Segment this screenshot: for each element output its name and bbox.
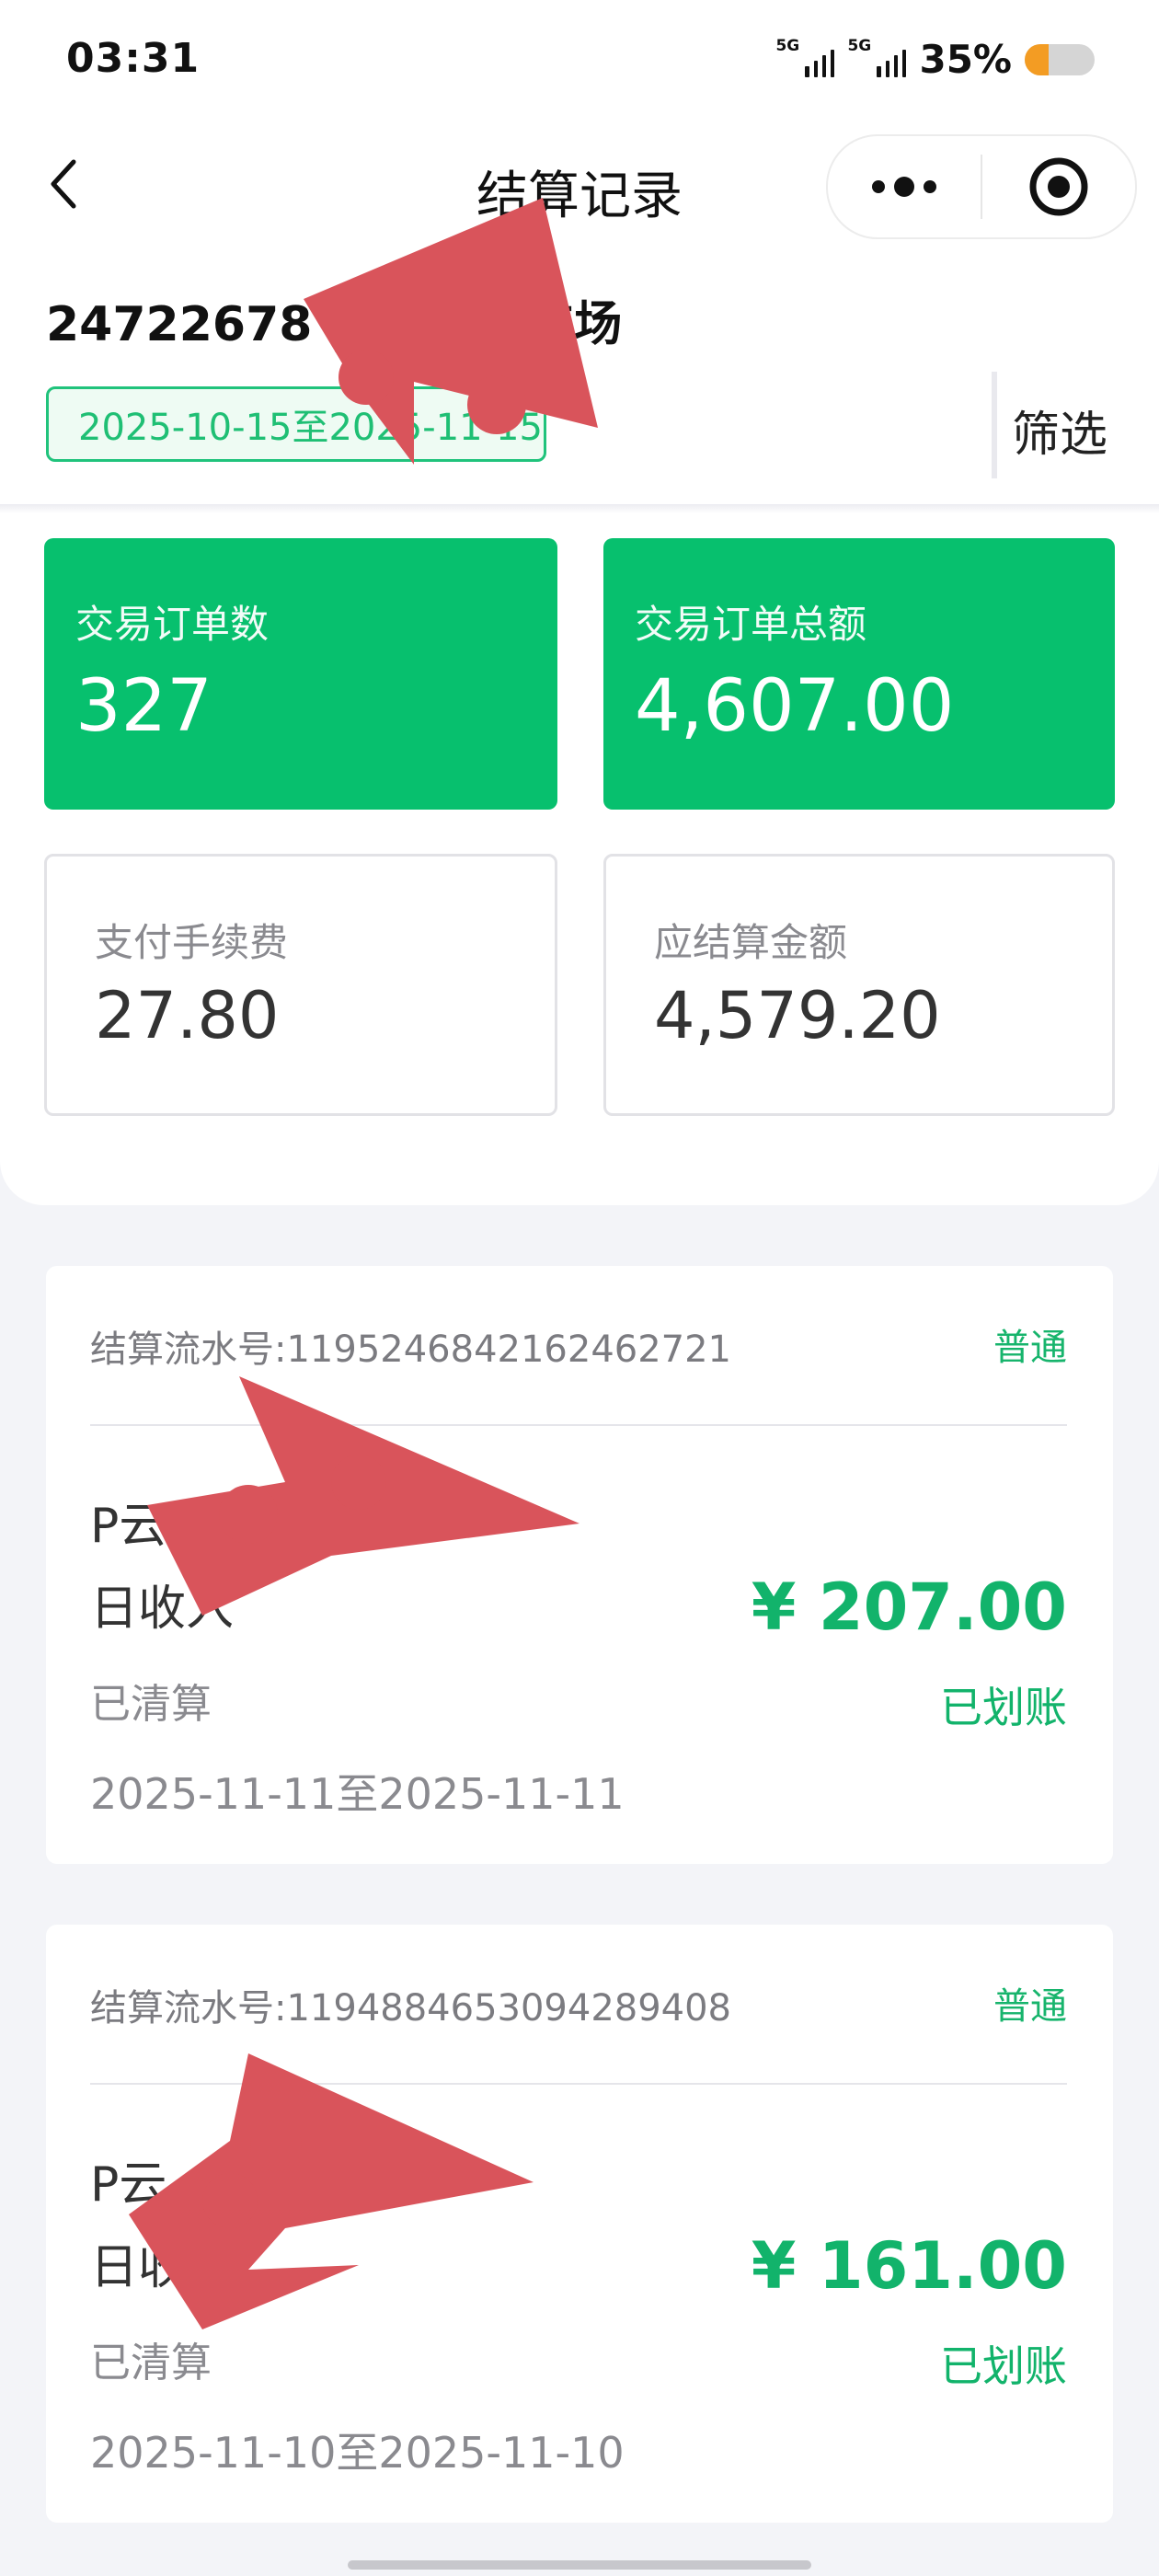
settle-amount-value: 4,579.20: [654, 978, 941, 1053]
signal-icon: 5G: [847, 37, 907, 77]
transfer-status: 已划账: [940, 1683, 1067, 1732]
settle-amount-card: 应结算金额 4,579.20: [603, 854, 1115, 1116]
signal-icon: 5G: [775, 37, 835, 77]
date-range-chip[interactable]: 2025-10-15至2025-11-15: [46, 386, 546, 462]
status-icons: 5G 5G 35%: [775, 37, 1095, 82]
settlement-amount: ¥ 161.00: [751, 2228, 1067, 2304]
network-type-label: 5G: [775, 36, 800, 55]
order-count-label: 交易订单数: [75, 602, 270, 647]
filter-divider: [992, 372, 997, 478]
filter-button[interactable]: 筛选: [1012, 396, 1107, 465]
settlement-type: 普通: [993, 1327, 1067, 1369]
network-type-label: 5G: [847, 36, 872, 55]
record-title: P云 11月11日: [90, 1499, 400, 1554]
merchant-name: 24722678 | 大厦-停车场: [46, 297, 623, 352]
record-title-line2: 日收入: [90, 2240, 235, 2295]
fee-card: 支付手续费 27.80: [44, 854, 557, 1116]
header-divider: [0, 504, 1159, 513]
fee-value: 27.80: [95, 978, 280, 1053]
serial-number: 结算流水号:1194884653094289408: [90, 1987, 732, 2030]
divider: [90, 2083, 1067, 2085]
order-total-label: 交易订单总额: [635, 602, 867, 647]
order-count-value: 327: [75, 665, 212, 748]
record-title: P云- 11月10日: [90, 2157, 417, 2213]
settlement-type: 普通: [993, 1985, 1067, 2028]
page-title: 结算记录: [476, 167, 683, 226]
record-title-line2: 日收入: [90, 1581, 235, 1637]
home-indicator: [348, 2560, 811, 2570]
order-count-card: 交易订单数 327: [44, 538, 557, 810]
settlement-period: 2025-11-11至2025-11-11: [90, 1769, 625, 1819]
more-button[interactable]: [828, 136, 981, 237]
settle-amount-label: 应结算金额: [654, 920, 848, 965]
settlement-amount: ¥ 207.00: [751, 1570, 1067, 1645]
settlement-record[interactable]: 结算流水号:1195246842162462721 普通 P云 11月11日 日…: [46, 1266, 1113, 1864]
order-total-value: 4,607.00: [635, 665, 955, 748]
order-total-card: 交易订单总额 4,607.00: [603, 538, 1115, 810]
divider: [90, 1424, 1067, 1426]
miniprogram-capsule: [826, 134, 1137, 239]
close-miniprogram-button[interactable]: [982, 136, 1135, 237]
settlement-record[interactable]: 结算流水号:1194884653094289408 普通 P云- 11月10日 …: [46, 1925, 1113, 2523]
settlement-period: 2025-11-10至2025-11-10: [90, 2428, 625, 2478]
clearing-status: 已清算: [90, 2340, 212, 2386]
back-button[interactable]: [37, 156, 92, 212]
transfer-status: 已划账: [940, 2341, 1067, 2391]
battery-icon: [1025, 43, 1095, 75]
target-icon: [1029, 157, 1088, 216]
more-dots-icon: [872, 177, 936, 197]
serial-number: 结算流水号:1195246842162462721: [90, 1328, 732, 1371]
fee-label: 支付手续费: [95, 920, 289, 965]
status-time: 03:31: [66, 35, 201, 82]
chevron-left-icon: [51, 159, 76, 209]
clearing-status: 已清算: [90, 1681, 212, 1728]
battery-percent: 35%: [919, 37, 1012, 82]
